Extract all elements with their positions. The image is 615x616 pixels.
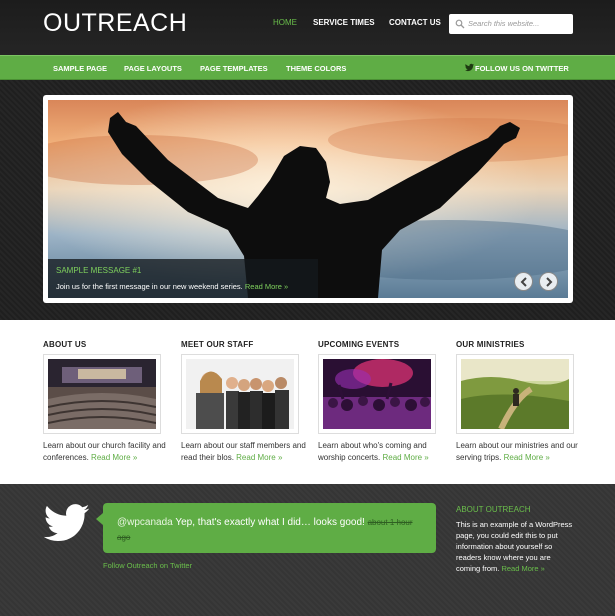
feature-description: Learn about our church facility and conf… xyxy=(43,440,173,464)
about-text: This is an example of a WordPress page, … xyxy=(456,519,576,574)
secondary-nav: SAMPLE PAGE PAGE LAYOUTS PAGE TEMPLATES … xyxy=(0,55,615,80)
feature-thumbnail[interactable] xyxy=(318,354,436,434)
tweet-username[interactable]: @wpcanada xyxy=(117,517,173,528)
site-header: OUTREACH HOME SERVICE TIMES CONTACT US S… xyxy=(0,0,615,55)
chevron-right-icon xyxy=(546,277,553,287)
nav-home[interactable]: HOME xyxy=(273,18,297,27)
feature-meet-our-staff: MEET OUR STAFF Learn about our staff mem… xyxy=(181,340,311,462)
follow-on-twitter-link[interactable]: Follow Outreach on Twitter xyxy=(103,561,192,570)
search-placeholder: Search this website... xyxy=(468,19,540,28)
slide-text-body: Join us for the first message in our new… xyxy=(56,282,243,291)
nav-page-templates[interactable]: PAGE TEMPLATES xyxy=(200,64,268,73)
ministry-trip-image xyxy=(461,359,569,431)
feature-thumbnail[interactable] xyxy=(181,354,299,434)
slide-title: SAMPLE MESSAGE #1 xyxy=(56,266,142,275)
twitter-bird-icon xyxy=(465,63,474,72)
hero-slider: SAMPLE MESSAGE #1 Join us for the first … xyxy=(43,95,573,303)
slider-prev-button[interactable] xyxy=(514,272,533,291)
feature-our-ministries: OUR MINISTRIES Learn about our ministrie… xyxy=(456,340,586,462)
about-heading: ABOUT OUTREACH xyxy=(456,505,531,514)
feature-read-more[interactable]: Read More » xyxy=(382,453,428,462)
feature-read-more[interactable]: Read More » xyxy=(504,453,550,462)
follow-twitter-link[interactable]: FOLLOW US ON TWITTER xyxy=(475,64,569,73)
latest-tweet: @wpcanada Yep, that's exactly what I did… xyxy=(96,503,436,553)
tweet-body: Yep, that's exactly what I did… looks go… xyxy=(175,517,365,528)
feature-heading: OUR MINISTRIES xyxy=(456,340,525,349)
feature-description: Learn about our ministries and our servi… xyxy=(456,440,586,464)
feature-description: Learn about who's coming and worship con… xyxy=(318,440,448,464)
staff-photo-image xyxy=(186,359,294,429)
feature-upcoming-events: UPCOMING EVENTS Learn about who's coming… xyxy=(318,340,448,462)
feature-read-more[interactable]: Read More » xyxy=(236,453,282,462)
nav-sample-page[interactable]: SAMPLE PAGE xyxy=(53,64,107,73)
tweet-bubble-pointer xyxy=(96,513,103,525)
footer-widgets: @wpcanada Yep, that's exactly what I did… xyxy=(0,484,615,616)
search-input[interactable]: Search this website... xyxy=(449,14,573,34)
slide-caption: SAMPLE MESSAGE #1 Join us for the first … xyxy=(48,259,318,298)
search-icon xyxy=(455,19,465,29)
concert-crowd-image xyxy=(323,359,431,429)
feature-read-more[interactable]: Read More » xyxy=(91,453,137,462)
feature-thumbnail[interactable] xyxy=(456,354,574,434)
slide-read-more[interactable]: Read More » xyxy=(245,282,288,291)
about-read-more[interactable]: Read More » xyxy=(501,564,544,573)
feature-description: Learn about our staff members and read t… xyxy=(181,440,311,464)
slide-text: Join us for the first message in our new… xyxy=(56,282,288,291)
nav-service-times[interactable]: SERVICE TIMES xyxy=(313,18,375,27)
feature-about-us: ABOUT US Learn about our church facility… xyxy=(43,340,173,462)
auditorium-image xyxy=(47,359,157,429)
feature-thumbnail[interactable] xyxy=(43,354,161,434)
feature-heading: ABOUT US xyxy=(43,340,87,349)
chevron-left-icon xyxy=(520,277,527,287)
nav-theme-colors[interactable]: THEME COLORS xyxy=(286,64,346,73)
nav-page-layouts[interactable]: PAGE LAYOUTS xyxy=(124,64,182,73)
features-section: ABOUT US Learn about our church facility… xyxy=(0,320,615,484)
feature-heading: UPCOMING EVENTS xyxy=(318,340,400,349)
nav-contact-us[interactable]: CONTACT US xyxy=(389,18,441,27)
site-logo[interactable]: OUTREACH xyxy=(43,9,187,38)
twitter-bird-icon xyxy=(43,504,90,542)
slider-next-button[interactable] xyxy=(539,272,558,291)
feature-heading: MEET OUR STAFF xyxy=(181,340,254,349)
tweet-text: @wpcanada Yep, that's exactly what I did… xyxy=(117,515,422,545)
